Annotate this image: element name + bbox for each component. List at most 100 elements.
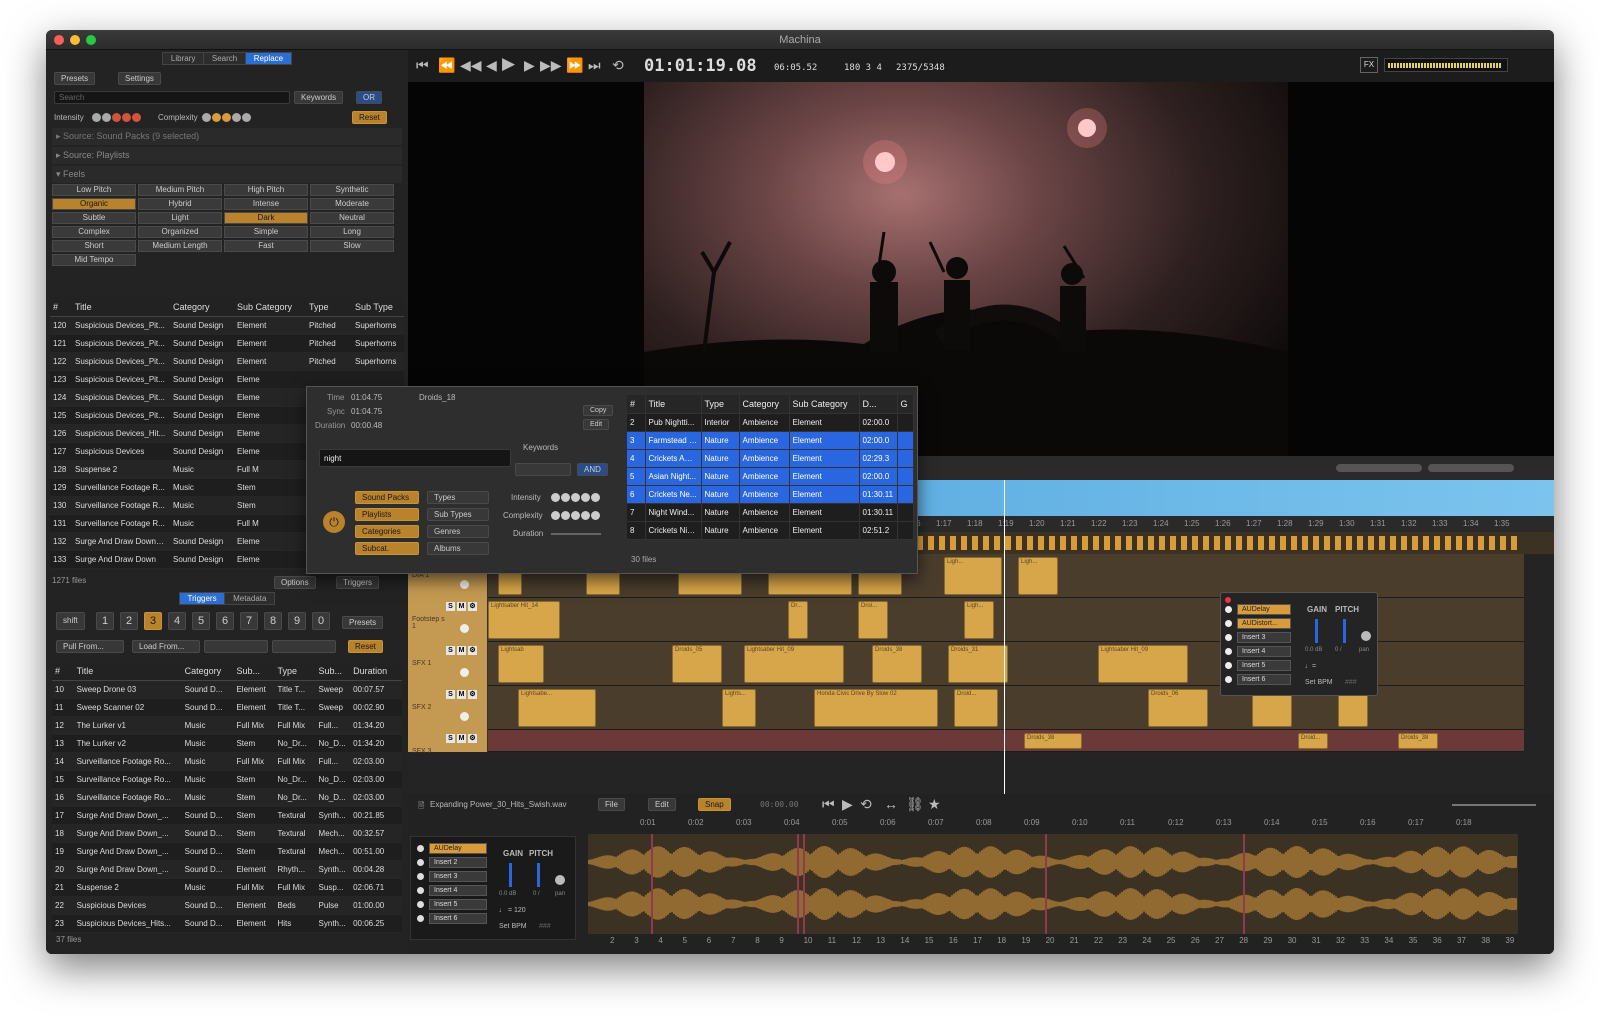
feel-toggle[interactable]: Complex xyxy=(52,226,136,238)
column-header[interactable]: Type xyxy=(274,662,316,681)
presets-dropdown[interactable]: Presets xyxy=(54,72,96,85)
track-header[interactable]: S M ⚙ Footstep s 1 xyxy=(408,598,488,642)
audio-clip[interactable]: Droids_38 xyxy=(1024,733,1082,749)
go-end-icon[interactable]: ⏭ xyxy=(588,57,601,74)
complexity-dot[interactable] xyxy=(202,113,211,122)
table-row[interactable]: 22 Suspicious Devices Sound D... Element Bed… xyxy=(52,896,402,915)
feel-toggle[interactable]: Hybrid xyxy=(138,198,222,210)
popup-search-input[interactable]: night xyxy=(319,449,511,467)
tab-search[interactable]: Search xyxy=(202,52,247,65)
feel-toggle[interactable]: Synthetic xyxy=(310,184,394,196)
duration-slider[interactable] xyxy=(551,533,601,535)
intensity-dot[interactable] xyxy=(92,113,101,122)
table-row[interactable]: 14 Surveillance Footage Ro... Music Full Mi… xyxy=(52,752,402,771)
rewind-icon[interactable]: ◀◀ xyxy=(460,57,482,74)
complexity-dot[interactable] xyxy=(242,113,251,122)
column-header[interactable]: Type xyxy=(701,395,740,414)
trigger-key[interactable]: 9 xyxy=(288,612,306,630)
insert-slot[interactable]: Insert 6 xyxy=(429,913,487,924)
filter-dropdown[interactable]: Playlists xyxy=(355,508,419,521)
bpm-input[interactable]: ### xyxy=(539,923,551,930)
trigger-key[interactable]: 6 xyxy=(216,612,234,630)
pitch-slider[interactable] xyxy=(537,863,540,887)
result-row[interactable]: 2 Pub Nightti... Interior Ambience Element 02… xyxy=(627,413,914,432)
rating-dot[interactable] xyxy=(581,511,590,520)
load-from-dropdown[interactable]: Load From... xyxy=(132,640,200,653)
close-icon[interactable] xyxy=(1225,597,1231,603)
or-dropdown[interactable]: OR xyxy=(356,91,382,104)
column-header[interactable]: # xyxy=(627,395,646,414)
audio-clip[interactable]: Droi... xyxy=(858,601,888,639)
playhead[interactable] xyxy=(1004,480,1005,798)
feel-toggle[interactable]: Fast xyxy=(224,240,308,252)
column-header[interactable]: Category xyxy=(181,662,234,681)
feels-section[interactable]: ▾ Feels xyxy=(52,166,402,183)
feel-toggle[interactable]: Light xyxy=(138,212,222,224)
keywords-dropdown[interactable]: Keywords xyxy=(294,91,344,104)
pan-knob[interactable] xyxy=(1361,631,1371,641)
column-header[interactable]: Title xyxy=(73,662,182,681)
filter-dropdown[interactable] xyxy=(204,640,268,653)
column-header[interactable]: G xyxy=(897,395,914,414)
audio-clip[interactable]: Honda Civic Drive By Slow 02 xyxy=(814,689,938,727)
solo-button[interactable]: S xyxy=(446,690,455,699)
table-row[interactable]: 12 The Lurker v1 Music Full Mix Full Mix Full… xyxy=(52,716,402,735)
intensity-dot[interactable] xyxy=(112,113,121,122)
audio-clip[interactable]: Lightsaber Hit_14 xyxy=(488,601,560,639)
editor-time-ruler[interactable]: 0:01 0:02 0:03 0:04 0:05 0:06 0:07 0:08 0:09 0:10… xyxy=(588,818,1548,832)
audio-clip[interactable]: Lightsaber Hit_09 xyxy=(1098,645,1188,683)
next-marker-icon[interactable]: ⏩ xyxy=(566,57,583,74)
tab-metadata[interactable]: Metadata xyxy=(224,592,276,605)
solo-button[interactable]: S xyxy=(446,734,455,743)
insert-slot[interactable]: Insert 5 xyxy=(1237,660,1291,671)
trigger-key[interactable]: 4 xyxy=(168,612,186,630)
insert-slot[interactable]: AUDelay xyxy=(1237,604,1291,615)
feel-toggle[interactable]: Low Pitch xyxy=(52,184,136,196)
feel-toggle[interactable]: High Pitch xyxy=(224,184,308,196)
feel-toggle[interactable]: Moderate xyxy=(310,198,394,210)
insert-enable-toggle[interactable] xyxy=(1225,676,1232,683)
filter-dropdown[interactable]: Sound Packs xyxy=(355,491,419,504)
edit-button[interactable]: Edit xyxy=(583,419,610,430)
step-back-icon[interactable]: ◀ xyxy=(486,57,497,74)
audio-clip[interactable]: Droids_05 xyxy=(672,645,722,683)
track-volume-knob[interactable] xyxy=(460,712,469,721)
insert-enable-toggle[interactable] xyxy=(1225,634,1232,641)
insert-enable-toggle[interactable] xyxy=(1225,620,1232,627)
insert-slot[interactable]: Insert 4 xyxy=(1237,646,1291,657)
insert-enable-toggle[interactable] xyxy=(1225,606,1232,613)
rating-dot[interactable] xyxy=(571,493,580,502)
column-header[interactable]: Sub Category xyxy=(789,395,860,414)
fx-button[interactable]: FX xyxy=(1360,57,1378,73)
link-icon[interactable]: ⛓ xyxy=(906,796,924,813)
insert-enable-toggle[interactable] xyxy=(417,845,424,852)
loop-icon[interactable]: ⟲ xyxy=(860,796,872,813)
feel-toggle[interactable]: Dark xyxy=(224,212,308,224)
audio-clip[interactable]: Dr... xyxy=(788,601,808,639)
table-row[interactable]: 13 The Lurker v2 Music Stem No_Dr... No_D... 0… xyxy=(52,734,402,753)
insert-slot[interactable]: AUDelay xyxy=(429,843,487,854)
trigger-presets-dropdown[interactable]: Presets xyxy=(342,616,384,629)
pull-from-dropdown[interactable]: Pull From... xyxy=(56,640,124,653)
solo-button[interactable]: S xyxy=(446,602,455,611)
trigger-key[interactable]: 2 xyxy=(120,612,138,630)
mute-button[interactable]: M xyxy=(457,646,466,655)
mute-button[interactable]: M xyxy=(457,734,466,743)
column-header[interactable]: Category xyxy=(739,395,790,414)
table-row[interactable]: 10 Sweep Drone 03 Sound D... Element Title T… xyxy=(52,680,402,699)
feel-toggle[interactable]: Neutral xyxy=(310,212,394,224)
feel-toggle[interactable]: Organized xyxy=(138,226,222,238)
keywords-dropdown[interactable] xyxy=(515,463,571,476)
table-row[interactable]: 23 Suspicious Devices_Hits... Sound D... El… xyxy=(52,914,402,933)
audio-clip[interactable]: Ligh... xyxy=(1018,557,1058,595)
trigger-key[interactable]: 5 xyxy=(192,612,210,630)
editor-zoom-slider[interactable] xyxy=(1452,804,1536,806)
complexity-dot[interactable] xyxy=(222,113,231,122)
audio-clip[interactable]: Ligh... xyxy=(944,557,1002,595)
play-icon[interactable]: ▶ xyxy=(842,796,853,813)
pitch-slider[interactable] xyxy=(1343,619,1346,643)
source-packs-section[interactable]: ▸ Source: Sound Packs (9 selected) xyxy=(52,128,402,145)
step-forward-icon[interactable]: ▶ xyxy=(524,57,535,74)
table-row[interactable]: 122 Suspicious Devices_Pit... Sound Design… xyxy=(50,352,404,371)
triggers-dropdown[interactable]: Triggers xyxy=(336,576,380,589)
